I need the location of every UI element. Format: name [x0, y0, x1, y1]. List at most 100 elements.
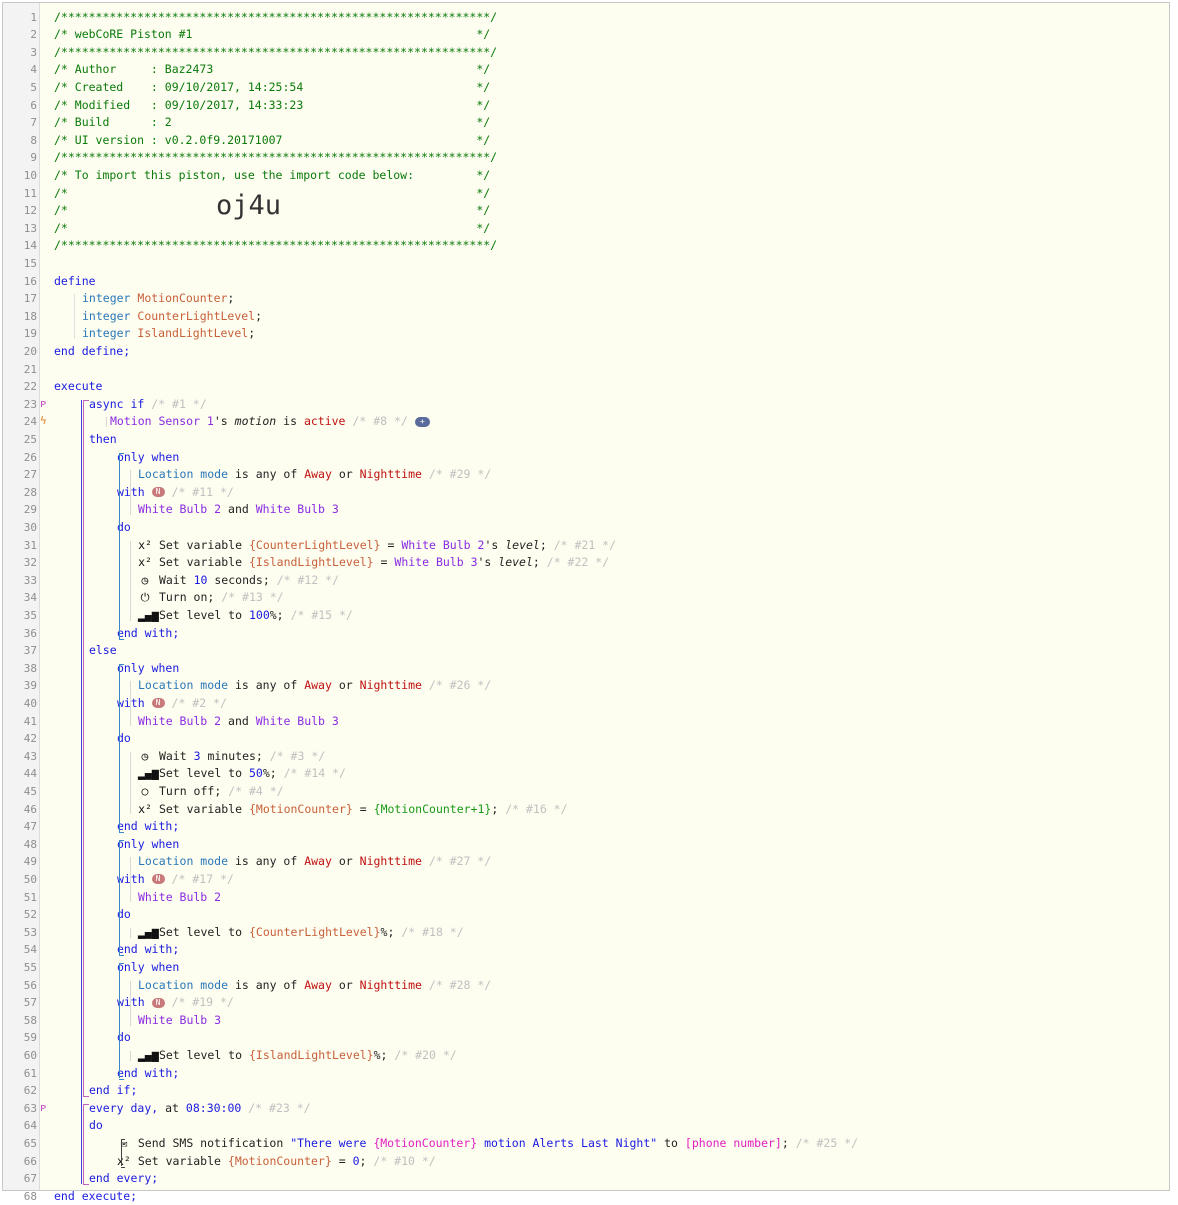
task-name: Set level to [158, 607, 243, 622]
define-keyword: define [54, 273, 96, 288]
block-guide [119, 839, 124, 841]
task-line: ▂▄▆ Set level to 50%; /* #14 */ [138, 765, 346, 782]
line-number: 18 [23, 309, 37, 323]
comment-line: /* Created : 09/10/2017, 14:25:54 */ [54, 79, 490, 96]
async-if-keyword[interactable]: async if [89, 397, 144, 411]
placeholder[interactable]: [phone number] [685, 1136, 782, 1150]
line-number: 68 [23, 1189, 37, 1203]
line-number: 32 [23, 556, 37, 570]
variable-declaration: integer MotionCounter; [82, 291, 235, 306]
condition-line: Location mode is any of Away or Nighttim… [138, 977, 491, 994]
code-line: end define; [54, 343, 130, 360]
line-number: 35 [23, 608, 37, 622]
line-number: 5 [30, 80, 37, 94]
statement-id: /* #4 */ [228, 783, 284, 798]
n-badge: N [151, 698, 165, 709]
piston-code-editor[interactable]: 1 2 3 4 5 6 7 8 9 10 11 12 13 14 15 16 17 18 19 20 21 22 23 24 2… [2, 2, 1170, 1203]
comment-line: /* Modified : 09/10/2017, 14:33:23 */ [54, 97, 490, 114]
statement-id: /* #13 */ [221, 590, 284, 605]
task-line: ▂▄▆ Set level to {IslandLightLevel}%; /*… [138, 1047, 457, 1064]
variable-name[interactable]: CounterLightLevel [137, 309, 255, 323]
import-code[interactable]: oj4u [216, 190, 281, 221]
only-when-keyword[interactable]: only when [117, 837, 179, 851]
code-token: 's [213, 414, 228, 429]
power-icon: ⏻ [140, 590, 150, 605]
code-line: only when [110, 660, 179, 677]
comment-text: /* Author : Baz2473 */ [54, 62, 491, 77]
variable-name[interactable]: MotionCounter [137, 291, 227, 305]
code-line: end if; [82, 1082, 137, 1099]
line-number: 27 [23, 468, 37, 482]
add-condition-button[interactable]: + [414, 416, 430, 427]
code-token: minutes; [207, 748, 263, 763]
line-number: 52 [23, 908, 37, 922]
task-line: ○ Turn off; /* #4 */ [138, 783, 284, 800]
code-token: = [359, 801, 367, 816]
line-number: 56 [23, 978, 37, 992]
task-line: ▂▄▆ Set level to 100%; /* #15 */ [138, 607, 353, 624]
device-name[interactable]: White Bulb 2 [138, 502, 221, 516]
code-token: or [338, 678, 353, 693]
variable-ref: {CounterLightLevel} [248, 924, 381, 939]
variable-ref: {MotionCounter} [227, 1153, 332, 1168]
task-line: ◷ Wait 3 minutes; /* #3 */ [138, 748, 326, 765]
value: 50 [248, 766, 263, 781]
code-line: end execute; [54, 1188, 137, 1205]
code-token: is any of [234, 678, 298, 693]
code-token: is any of [234, 977, 298, 992]
line-number: 37 [23, 644, 37, 658]
comment-text: /* UI version : v0.2.0f9.20171007 */ [54, 132, 491, 147]
every-day-keyword[interactable]: every day, [89, 1101, 158, 1115]
task-line: ▂▄▆ Set level to {CounterLightLevel}%; /… [138, 924, 464, 941]
variable-name[interactable]: IslandLightLevel [137, 326, 248, 340]
block-guide [74, 294, 75, 340]
line-number: 8 [30, 133, 37, 147]
line-number: 14 [23, 239, 37, 253]
value: Nighttime [359, 678, 422, 693]
block-guide [130, 470, 131, 516]
variable-declaration: integer IslandLightLevel; [82, 326, 256, 341]
comment-text: /* Modified : 09/10/2017, 14:33:23 */ [54, 97, 491, 112]
then-keyword: then [88, 431, 117, 446]
code-token: or [338, 467, 353, 482]
end-every-keyword: end every; [88, 1171, 159, 1186]
device-name[interactable]: White Bulb 3 [394, 555, 477, 569]
statement-id: /* #22 */ [546, 555, 610, 570]
only-when-keyword[interactable]: only when [117, 450, 179, 464]
value: Nighttime [359, 854, 422, 869]
block-guide [121, 1138, 122, 1167]
end-execute-keyword: end execute; [54, 1188, 138, 1203]
line-number: 55 [23, 960, 37, 974]
only-when-keyword[interactable]: only when [117, 661, 179, 675]
task-name: Wait [158, 748, 187, 763]
clock-icon: ◷ [141, 572, 149, 587]
device-name[interactable]: White Bulb 2 [138, 890, 221, 904]
code-token: ; [539, 537, 547, 552]
device-name[interactable]: White Bulb 3 [256, 502, 339, 516]
block-guide [83, 1096, 89, 1098]
code-line: every day, at 08:30:00 /* #23 */ [82, 1100, 311, 1117]
code-line: execute [54, 378, 102, 395]
task-name: Wait [158, 572, 187, 587]
value: 0 [352, 1153, 360, 1168]
line-number: 9 [30, 151, 37, 165]
device-name[interactable]: Motion Sensor 1 [110, 414, 214, 428]
device-name[interactable]: White Bulb 3 [256, 714, 339, 728]
line-number: 11 [23, 186, 37, 200]
statement-id: /* #21 */ [553, 537, 617, 552]
comment-text: /* */ [54, 220, 491, 235]
line-number: 47 [23, 820, 37, 834]
device-name[interactable]: White Bulb 2 [138, 714, 221, 728]
end-define-keyword: end define; [54, 343, 131, 358]
value: Away [304, 854, 332, 869]
code-line: do [110, 1029, 131, 1046]
block-guide [83, 1184, 89, 1186]
task-line: x² Set variable {MotionCounter} = {Motio… [138, 801, 567, 818]
device-name[interactable]: White Bulb 2 [401, 538, 484, 552]
device-name[interactable]: White Bulb 3 [138, 1013, 221, 1027]
code-token: ; [781, 1135, 789, 1150]
line-number: 64 [23, 1119, 37, 1133]
only-when-keyword[interactable]: only when [117, 960, 179, 974]
line-number: 61 [23, 1066, 37, 1080]
string: motion Alerts Last Night" [477, 1135, 658, 1150]
